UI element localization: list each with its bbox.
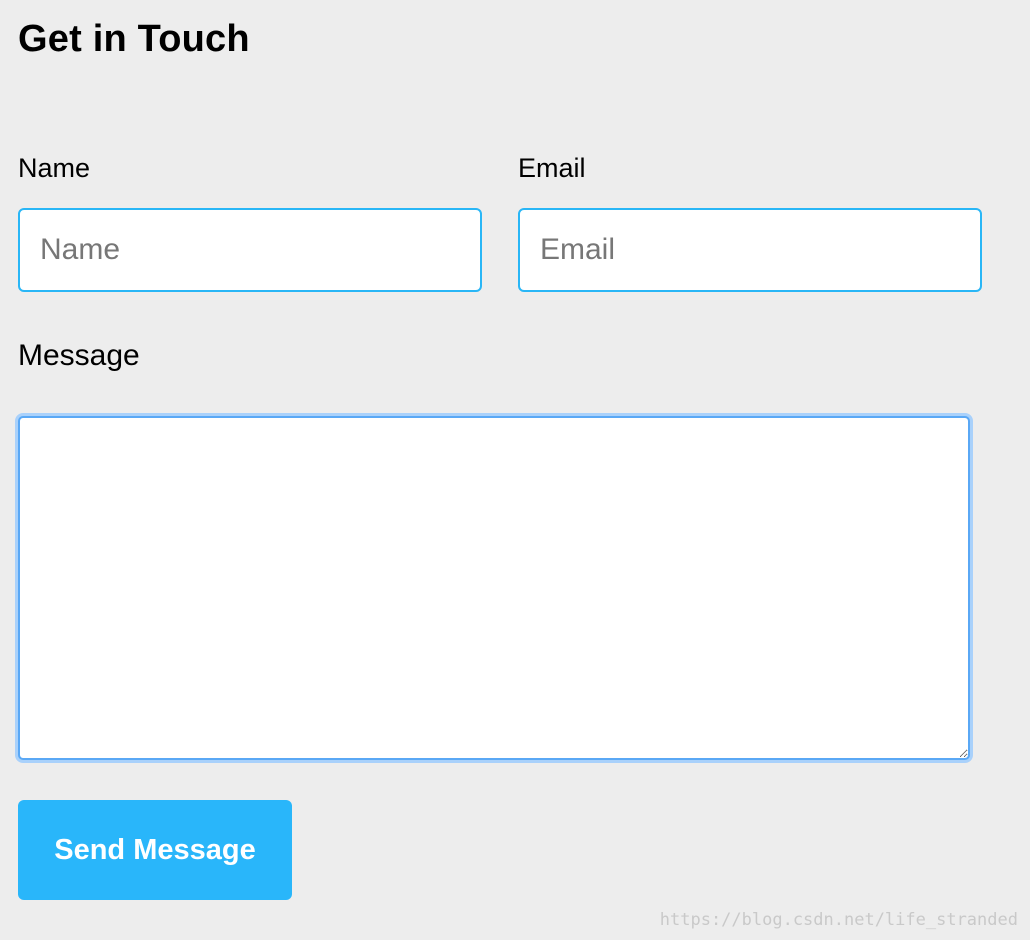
email-input[interactable]	[518, 208, 982, 292]
message-label: Message	[18, 339, 140, 372]
watermark: https://blog.csdn.net/life_stranded	[659, 910, 1018, 930]
email-label: Email	[518, 153, 586, 183]
message-textarea[interactable]	[18, 416, 970, 760]
name-label: Name	[18, 153, 91, 183]
name-input[interactable]	[18, 208, 482, 292]
send-message-button[interactable]: Send Message	[18, 800, 292, 900]
page-title: Get in Touch	[18, 18, 250, 60]
